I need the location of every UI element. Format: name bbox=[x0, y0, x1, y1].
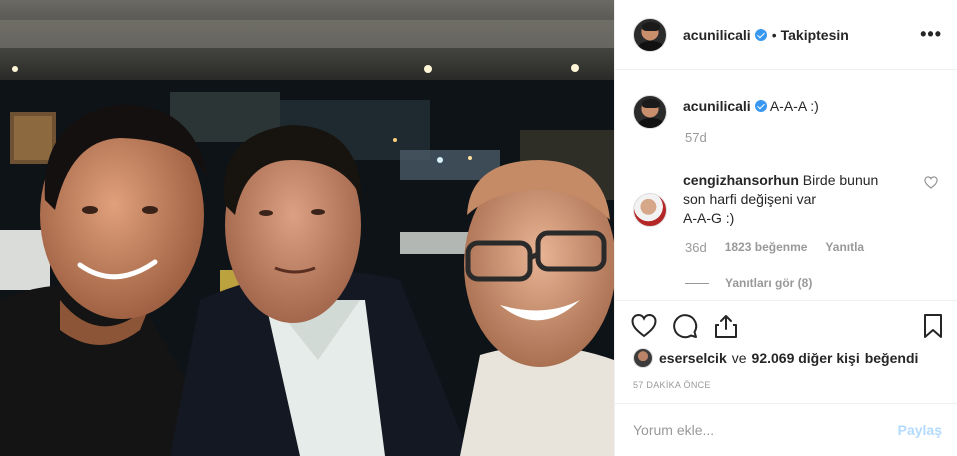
author-username-link[interactable]: acunilicali bbox=[683, 27, 751, 43]
author-avatar[interactable] bbox=[633, 17, 667, 52]
header-separator: • bbox=[771, 26, 777, 43]
comment-text-line3: A-A-G :) bbox=[683, 210, 735, 226]
comments-section: acunilicali A-A-A :) 57d cengizhansorhun… bbox=[615, 71, 957, 299]
save-bookmark-icon[interactable] bbox=[920, 313, 946, 339]
replies-divider-line bbox=[685, 282, 709, 284]
avatar-hair bbox=[642, 21, 660, 31]
post-header: acunilicali • Takiptesin ••• bbox=[615, 0, 957, 70]
caption-text: A-A-A :) bbox=[769, 98, 819, 114]
comment-text-line2: son harfi değişeni var bbox=[683, 191, 817, 207]
liker-avatar[interactable] bbox=[633, 348, 653, 368]
post-photo[interactable] bbox=[0, 0, 614, 456]
caption-row: acunilicali A-A-A :) bbox=[633, 95, 819, 129]
likes-connector: ve bbox=[731, 350, 747, 366]
verified-badge-icon bbox=[754, 100, 767, 112]
other-likers-link[interactable]: 92.069 diğer kişi bbox=[752, 350, 860, 366]
comment-text-line1: Birde bunun bbox=[802, 172, 879, 188]
first-liker-link[interactable]: eserselcik bbox=[659, 350, 727, 366]
avatar-hair bbox=[642, 99, 660, 108]
caption-text-block: acunilicali A-A-A :) bbox=[683, 97, 819, 129]
like-heart-icon[interactable] bbox=[631, 313, 657, 339]
reply-button[interactable]: Yanıtla bbox=[825, 240, 864, 255]
caption-username-link[interactable]: acunilicali bbox=[683, 98, 751, 114]
more-options-icon[interactable]: ••• bbox=[920, 24, 942, 45]
view-replies-label: Yanıtları gör (8) bbox=[725, 276, 813, 290]
add-comment-bar: Paylaş bbox=[615, 403, 957, 456]
post-comment-button[interactable]: Paylaş bbox=[898, 422, 942, 438]
likes-suffix: beğendi bbox=[864, 350, 919, 366]
comment-age[interactable]: 36d bbox=[685, 240, 707, 255]
comment-likes-count[interactable]: 1823 beğenme bbox=[725, 240, 808, 255]
caption-meta: 57d bbox=[685, 130, 707, 145]
caption-author-avatar[interactable] bbox=[633, 95, 667, 129]
comment-meta: 36d 1823 beğenme Yanıtla bbox=[685, 240, 864, 255]
commenter-username-link[interactable]: cengizhansorhun bbox=[683, 172, 799, 188]
comment-bubble-icon[interactable] bbox=[672, 313, 698, 339]
post-timestamp[interactable]: 57 DAKİKA ÖNCE bbox=[633, 380, 711, 390]
post-actions: eserselcik ve 92.069 diğer kişi beğendi … bbox=[615, 300, 957, 402]
share-upload-icon[interactable] bbox=[713, 313, 739, 339]
avatar-shirt bbox=[638, 118, 664, 128]
avatar-shirt bbox=[638, 40, 664, 51]
commenter-avatar[interactable] bbox=[633, 193, 667, 227]
likes-summary: eserselcik ve 92.069 diğer kişi beğendi bbox=[633, 348, 918, 368]
comment-row: cengizhansorhun Birde bunun son harfi de… bbox=[633, 171, 913, 228]
post-side-panel: acunilicali • Takiptesin ••• acunilicali… bbox=[614, 0, 957, 456]
following-status-button[interactable]: Takiptesin bbox=[781, 27, 849, 43]
photo-illustration bbox=[0, 0, 614, 456]
view-replies-button[interactable]: Yanıtları gör (8) bbox=[685, 276, 812, 290]
caption-age[interactable]: 57d bbox=[685, 130, 707, 145]
comment-input[interactable] bbox=[633, 422, 898, 438]
like-comment-heart-icon[interactable] bbox=[924, 176, 938, 189]
verified-badge-icon bbox=[754, 28, 767, 41]
comment-text-block: cengizhansorhun Birde bunun son harfi de… bbox=[683, 171, 913, 228]
